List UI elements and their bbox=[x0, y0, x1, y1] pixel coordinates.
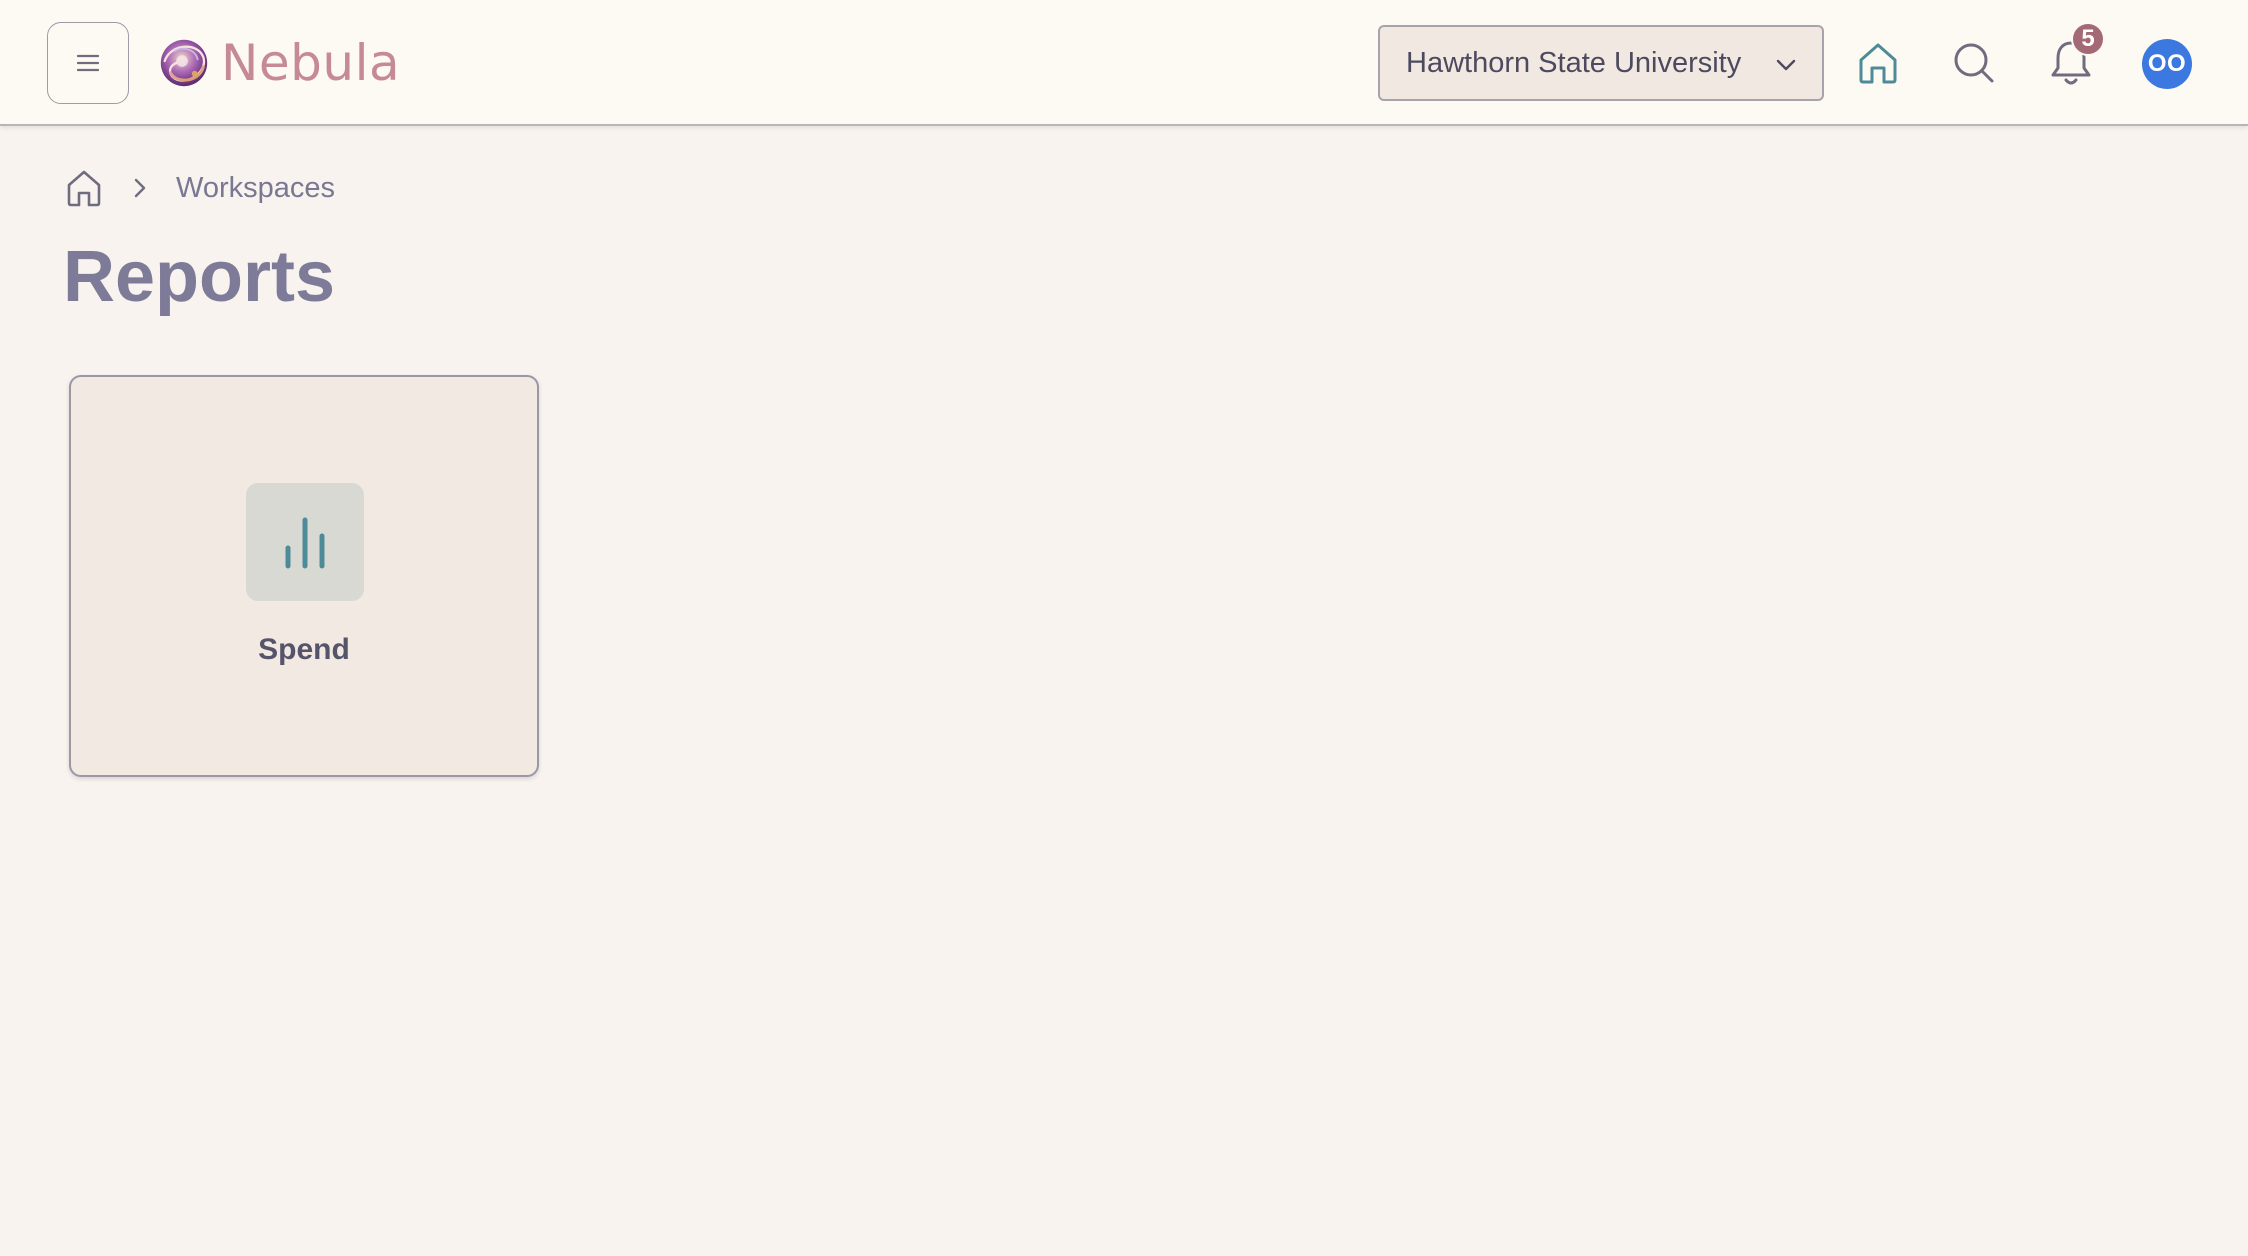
page-title: Reports bbox=[63, 237, 336, 317]
top-navigation-bar: Nebula Hawthorn State University 5 OO bbox=[0, 0, 2248, 126]
breadcrumb-item-workspaces[interactable]: Workspaces bbox=[176, 172, 335, 205]
breadcrumb: Workspaces bbox=[62, 166, 335, 210]
breadcrumb-home-link[interactable] bbox=[62, 166, 106, 210]
app-name: Nebula bbox=[221, 34, 401, 92]
menu-toggle-button[interactable] bbox=[47, 22, 129, 104]
notification-count-badge: 5 bbox=[2071, 22, 2105, 56]
hamburger-menu-icon bbox=[77, 54, 99, 72]
organization-select[interactable]: Hawthorn State University bbox=[1378, 25, 1824, 101]
search-button[interactable] bbox=[1946, 35, 2002, 91]
brand-logo-link[interactable]: Nebula bbox=[155, 30, 400, 96]
user-avatar[interactable]: OO bbox=[2142, 39, 2192, 89]
organization-select-value: Hawthorn State University bbox=[1406, 46, 1742, 79]
nebula-swirl-logo-icon bbox=[160, 39, 208, 87]
bar-chart-icon bbox=[285, 517, 325, 569]
card-icon-container bbox=[246, 483, 364, 601]
report-card-label: Spend bbox=[258, 633, 350, 666]
home-button[interactable] bbox=[1850, 35, 1906, 91]
chevron-right-icon bbox=[128, 176, 152, 200]
home-icon bbox=[1859, 43, 1897, 84]
report-card-spend[interactable]: Spend bbox=[69, 375, 539, 777]
chevron-down-icon bbox=[1776, 59, 1796, 71]
search-icon bbox=[1954, 43, 1994, 83]
home-icon bbox=[67, 170, 101, 207]
